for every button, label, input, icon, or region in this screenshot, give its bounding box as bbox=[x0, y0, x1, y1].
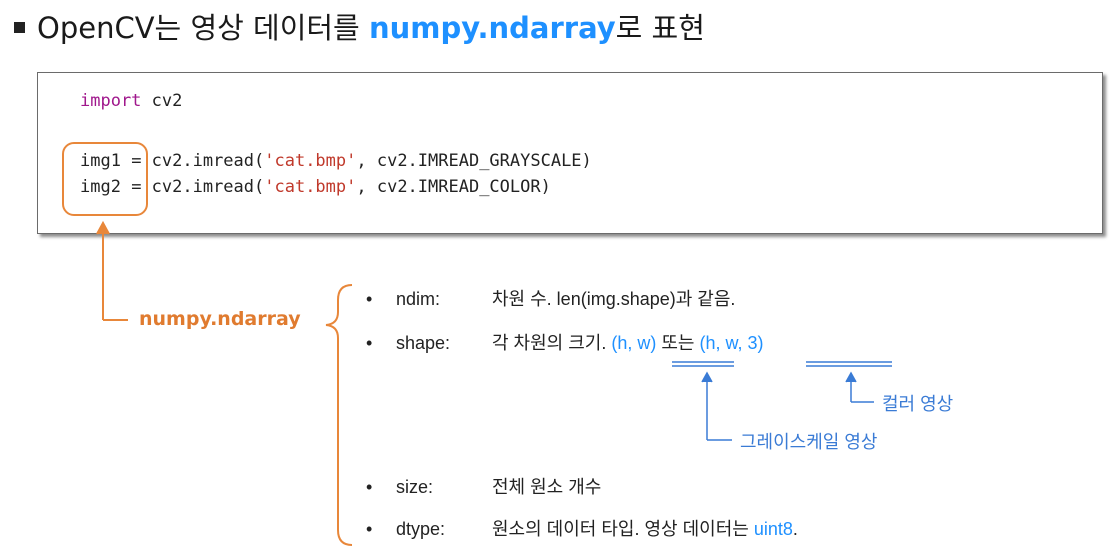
list-item: • shape: 각 차원의 크기. (h, w) 또는 (h, w, 3) bbox=[366, 330, 1086, 356]
curly-brace bbox=[325, 284, 353, 546]
attr-value: 원소의 데이터 타입. 영상 데이터는 uint8. bbox=[492, 519, 798, 539]
list-item: • ndim: 차원 수. len(img.shape)과 같음. bbox=[366, 286, 1086, 312]
grayscale-image-note: 그레이스케일 영상 bbox=[740, 432, 878, 452]
attr-value: 각 차원의 크기. (h, w) 또는 (h, w, 3) bbox=[492, 333, 764, 353]
list-item: • size: 전체 원소 개수 bbox=[366, 474, 1086, 500]
attr-key: size: bbox=[396, 477, 434, 497]
attr-key: ndim: bbox=[396, 289, 441, 309]
color-image-note: 컬러 영상 bbox=[882, 394, 954, 414]
attr-key: dtype: bbox=[396, 519, 446, 539]
list-item: • dtype: 원소의 데이터 타입. 영상 데이터는 uint8. bbox=[366, 516, 1086, 542]
attribute-list: • ndim: 차원 수. len(img.shape)과 같음. • shap… bbox=[366, 286, 1086, 546]
attr-key: shape: bbox=[396, 333, 451, 353]
attr-value: 전체 원소 개수 bbox=[492, 477, 602, 497]
ndarray-label: numpy.ndarray bbox=[139, 308, 301, 330]
attr-value: 차원 수. len(img.shape)과 같음. bbox=[492, 289, 736, 309]
orange-arrow bbox=[96, 220, 128, 321]
